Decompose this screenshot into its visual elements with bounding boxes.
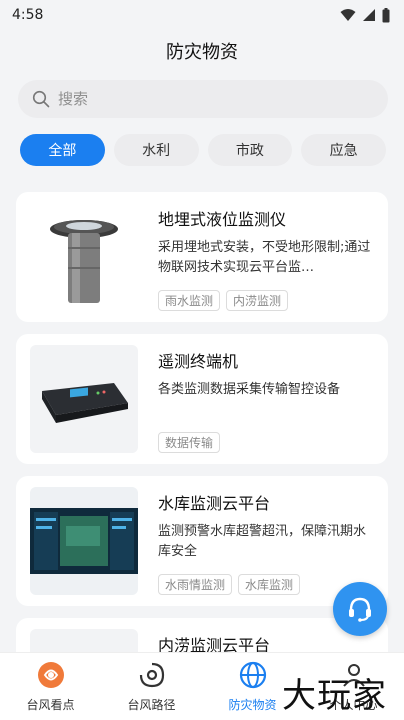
product-name: 遥测终端机 <box>158 352 239 371</box>
watermark: 大玩家 <box>282 676 387 716</box>
product-image <box>30 487 138 595</box>
typhoon-path-icon <box>139 662 164 688</box>
product-tag: 水库监测 <box>238 574 301 595</box>
product-image <box>30 345 138 453</box>
page-title: 防灾物资 <box>166 42 238 63</box>
product-tag: 数据传输 <box>158 432 221 453</box>
status-icons <box>340 7 390 23</box>
search-bar[interactable] <box>18 80 388 118</box>
tab-all[interactable]: 全部 <box>20 134 105 166</box>
product-tags: 雨水监测 内涝监测 <box>158 290 289 311</box>
category-tabs: 全部 水利 市政 应急 <box>20 134 386 166</box>
nav-typhoon-watch[interactable]: 台风看点 <box>0 653 101 720</box>
product-tag: 雨水监测 <box>158 290 221 311</box>
typhoon-watch-icon <box>37 662 64 688</box>
nav-typhoon-path[interactable]: 台风路径 <box>101 653 202 720</box>
product-card[interactable]: 遥测终端机 各类监测数据采集传输智控设备 数据传输 <box>16 334 388 464</box>
product-name: 地埋式液位监测仪 <box>158 210 287 229</box>
nav-label: 防灾物资 <box>228 698 277 712</box>
wifi-icon <box>340 9 356 21</box>
tab-municipal[interactable]: 市政 <box>207 134 293 166</box>
product-description: 采用埋地式安装，不受地形限制;通过物联网技术实现云平台监… <box>158 240 371 275</box>
battery-icon <box>382 7 390 22</box>
status-time: 4:58 <box>12 7 44 23</box>
product-tag: 内涝监测 <box>226 290 289 311</box>
product-tags: 数据传输 <box>158 432 221 453</box>
product-name: 水库监测云平台 <box>158 494 271 513</box>
search-input[interactable] <box>58 90 358 108</box>
search-icon <box>32 90 50 108</box>
customer-service-button[interactable] <box>333 582 387 636</box>
tab-water-conservancy[interactable]: 水利 <box>113 134 199 166</box>
status-bar: 4:58 <box>0 0 404 30</box>
product-description: 监测预警水库超警超汛，保障汛期水库安全 <box>158 524 367 559</box>
headset-icon <box>349 597 371 622</box>
product-card[interactable]: 地埋式液位监测仪 采用埋地式安装，不受地形限制;通过物联网技术实现云平台监… 雨… <box>16 192 388 322</box>
tab-emergency[interactable]: 应急 <box>301 134 386 166</box>
product-image <box>30 203 138 311</box>
globe-icon <box>239 661 266 689</box>
nav-label: 台风路径 <box>127 698 176 712</box>
product-tags: 水雨情监测 水库监测 <box>158 574 301 595</box>
nav-label: 台风看点 <box>26 698 75 712</box>
product-card[interactable]: 水库监测云平台 监测预警水库超警超汛，保障汛期水库安全 水雨情监测 水库监测 <box>16 476 388 606</box>
product-tag: 水雨情监测 <box>158 574 233 595</box>
signal-icon <box>363 9 375 21</box>
product-description: 各类监测数据采集传输智控设备 <box>158 382 341 397</box>
